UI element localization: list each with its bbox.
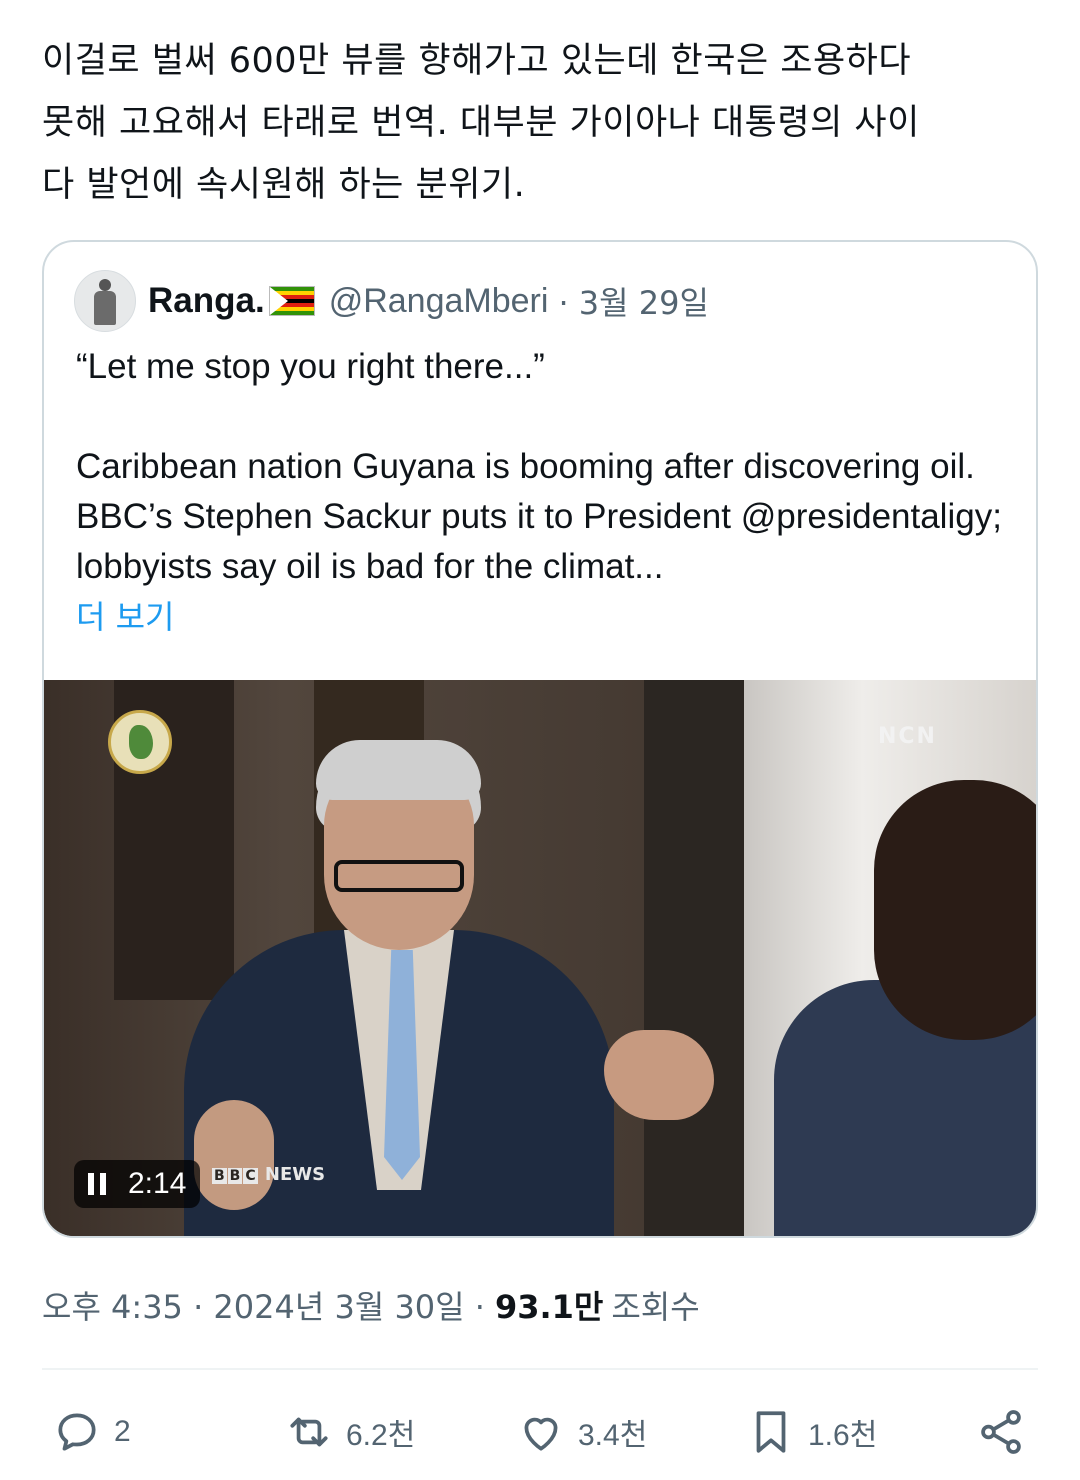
author-name[interactable]: Ranga.: [148, 281, 265, 321]
pause-icon[interactable]: [88, 1173, 106, 1195]
video-controls[interactable]: 2:14: [74, 1160, 201, 1208]
retweet-icon: [290, 1417, 328, 1447]
divider: [42, 1368, 1038, 1370]
flag-triangle: [269, 287, 288, 315]
avatar[interactable]: [74, 270, 136, 332]
view-count: 93.1만: [494, 1288, 604, 1326]
show-more-link[interactable]: 더 보기: [76, 592, 1016, 642]
bookmark-icon: [756, 1411, 786, 1453]
post-timestamp[interactable]: 오후 4:35 · 2024년 3월 30일 ·: [42, 1282, 485, 1328]
post-date[interactable]: · 3월 29일: [558, 278, 708, 324]
video-duration: 2:14: [128, 1167, 187, 1200]
like-count: 3.4천: [578, 1419, 648, 1452]
guyana-seal-logo: [108, 710, 172, 774]
post-metadata: 오후 4:35 · 2024년 3월 30일 · 93.1만 조회수: [42, 1282, 700, 1328]
quote-line: “Let me stop you right there...”: [76, 347, 545, 386]
channel-badge: NCN: [878, 724, 937, 749]
zimbabwe-flag-icon: [268, 286, 315, 316]
like-button[interactable]: 3.4천: [516, 1400, 647, 1464]
reply-count: 2: [114, 1415, 131, 1448]
retweet-button[interactable]: 6.2천: [284, 1400, 415, 1464]
heart-icon: [524, 1417, 558, 1451]
quoted-tweet-header: Ranga. @RangaMberi · 3월 29일: [74, 270, 709, 332]
quote-body-text: Caribbean nation Guyana is booming after…: [76, 447, 1002, 586]
tweet-text: 이걸로 벌써 600만 뷰를 향해가고 있는데 한국은 조용하다 못해 고요해서…: [42, 41, 920, 205]
bookmark-count: 1.6천: [808, 1419, 878, 1452]
quoted-tweet-card[interactable]: Ranga. @RangaMberi · 3월 29일 “Let me stop…: [42, 240, 1038, 1238]
action-bar: 2 6.2천 3.4천 1.6천: [0, 1400, 1080, 1464]
bookmark-button[interactable]: 1.6천: [746, 1400, 877, 1464]
reply-button[interactable]: 2: [52, 1400, 131, 1464]
view-count-label: 조회수: [611, 1288, 700, 1326]
share-icon: [981, 1410, 1021, 1454]
share-button[interactable]: [976, 1400, 1026, 1464]
retweet-count: 6.2천: [346, 1419, 416, 1452]
bbc-news-watermark: BBC NEWS: [212, 1164, 326, 1185]
quoted-tweet-body: “Let me stop you right there...” Caribbe…: [76, 342, 1016, 642]
video-player[interactable]: NCN BBC NEWS 2:14: [44, 680, 1036, 1236]
reply-icon: [58, 1413, 96, 1451]
author-handle[interactable]: @RangaMberi: [329, 282, 549, 321]
